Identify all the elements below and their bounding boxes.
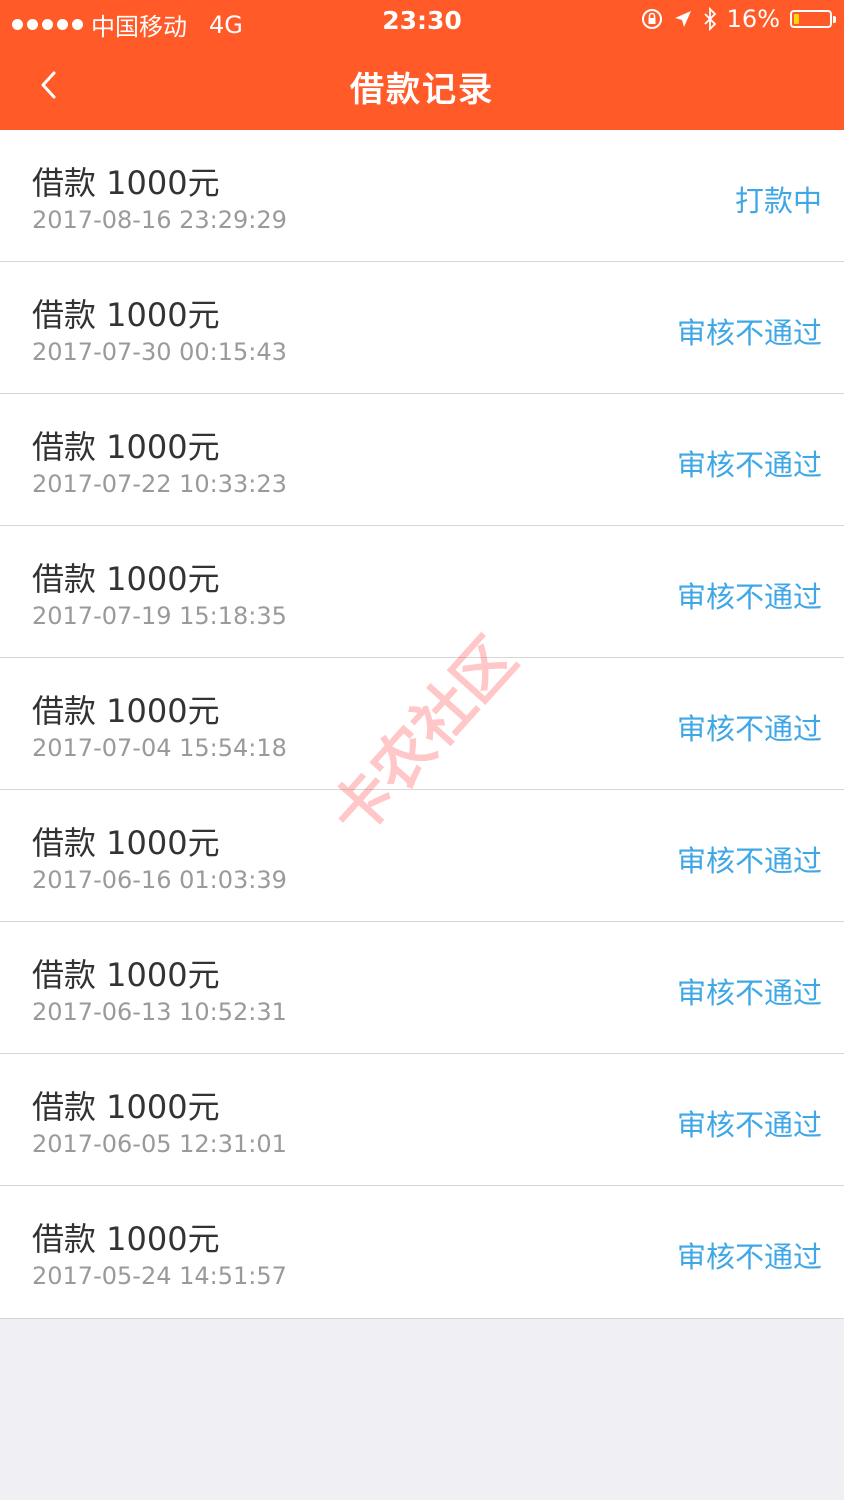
loan-record-row[interactable]: 借款 1000元 2017-07-19 15:18:35 审核不通过 (0, 526, 844, 658)
status-bar: 中国移动 4G 23:30 16% (0, 0, 844, 42)
rotation-lock-icon (641, 9, 662, 29)
loan-amount: 借款 1000元 (32, 956, 220, 994)
loan-amount: 借款 1000元 (32, 560, 220, 598)
loan-record-row[interactable]: 借款 1000元 2017-05-24 14:51:57 审核不通过 (0, 1186, 844, 1318)
loan-time: 2017-07-04 15:54:18 (32, 734, 287, 762)
loan-amount: 借款 1000元 (32, 428, 220, 466)
nav-bar: 借款记录 (0, 42, 844, 130)
loan-status: 审核不通过 (676, 1108, 822, 1142)
battery-percent: 16% (726, 5, 780, 33)
battery-icon (790, 10, 836, 28)
loan-time: 2017-06-13 10:52:31 (32, 998, 287, 1026)
loan-amount: 借款 1000元 (32, 296, 220, 334)
loan-record-row[interactable]: 借款 1000元 2017-06-16 01:03:39 审核不通过 (0, 790, 844, 922)
location-icon (674, 11, 691, 27)
loan-record-row[interactable]: 借款 1000元 2017-07-04 15:54:18 审核不通过 (0, 658, 844, 790)
loan-record-row[interactable]: 借款 1000元 2017-08-16 23:29:29 打款中 (0, 130, 844, 262)
loan-time: 2017-06-05 12:31:01 (32, 1130, 287, 1158)
header: 中国移动 4G 23:30 16% 借款记录 (0, 0, 844, 130)
loan-record-list: 借款 1000元 2017-08-16 23:29:29 打款中 借款 1000… (0, 130, 844, 1319)
loan-time: 2017-05-24 14:51:57 (32, 1262, 287, 1290)
loan-status: 审核不通过 (676, 712, 822, 746)
loan-time: 2017-08-16 23:29:29 (32, 206, 287, 234)
loan-record-row[interactable]: 借款 1000元 2017-07-30 00:15:43 审核不通过 (0, 262, 844, 394)
loan-status: 审核不通过 (676, 448, 822, 482)
loan-amount: 借款 1000元 (32, 692, 220, 730)
loan-amount: 借款 1000元 (32, 824, 220, 862)
loan-status: 审核不通过 (676, 316, 822, 350)
bluetooth-icon (704, 7, 716, 31)
loan-status: 审核不通过 (676, 1240, 822, 1274)
loan-status: 审核不通过 (676, 844, 822, 878)
loan-record-row[interactable]: 借款 1000元 2017-07-22 10:33:23 审核不通过 (0, 394, 844, 526)
battery-level (794, 14, 799, 24)
loan-record-row[interactable]: 借款 1000元 2017-06-13 10:52:31 审核不通过 (0, 922, 844, 1054)
loan-amount: 借款 1000元 (32, 1220, 220, 1258)
loan-time: 2017-07-22 10:33:23 (32, 470, 287, 498)
loan-time: 2017-07-19 15:18:35 (32, 602, 287, 630)
loan-status: 打款中 (734, 184, 822, 218)
loan-time: 2017-07-30 00:15:43 (32, 338, 287, 366)
loan-amount: 借款 1000元 (32, 1088, 220, 1126)
status-right: 16% (641, 5, 836, 33)
loan-amount: 借款 1000元 (32, 164, 220, 202)
loan-record-row[interactable]: 借款 1000元 2017-06-05 12:31:01 审核不通过 (0, 1054, 844, 1186)
loan-status: 审核不通过 (676, 976, 822, 1010)
page-title: 借款记录 (350, 70, 494, 110)
loan-status: 审核不通过 (676, 580, 822, 614)
loan-time: 2017-06-16 01:03:39 (32, 866, 287, 894)
